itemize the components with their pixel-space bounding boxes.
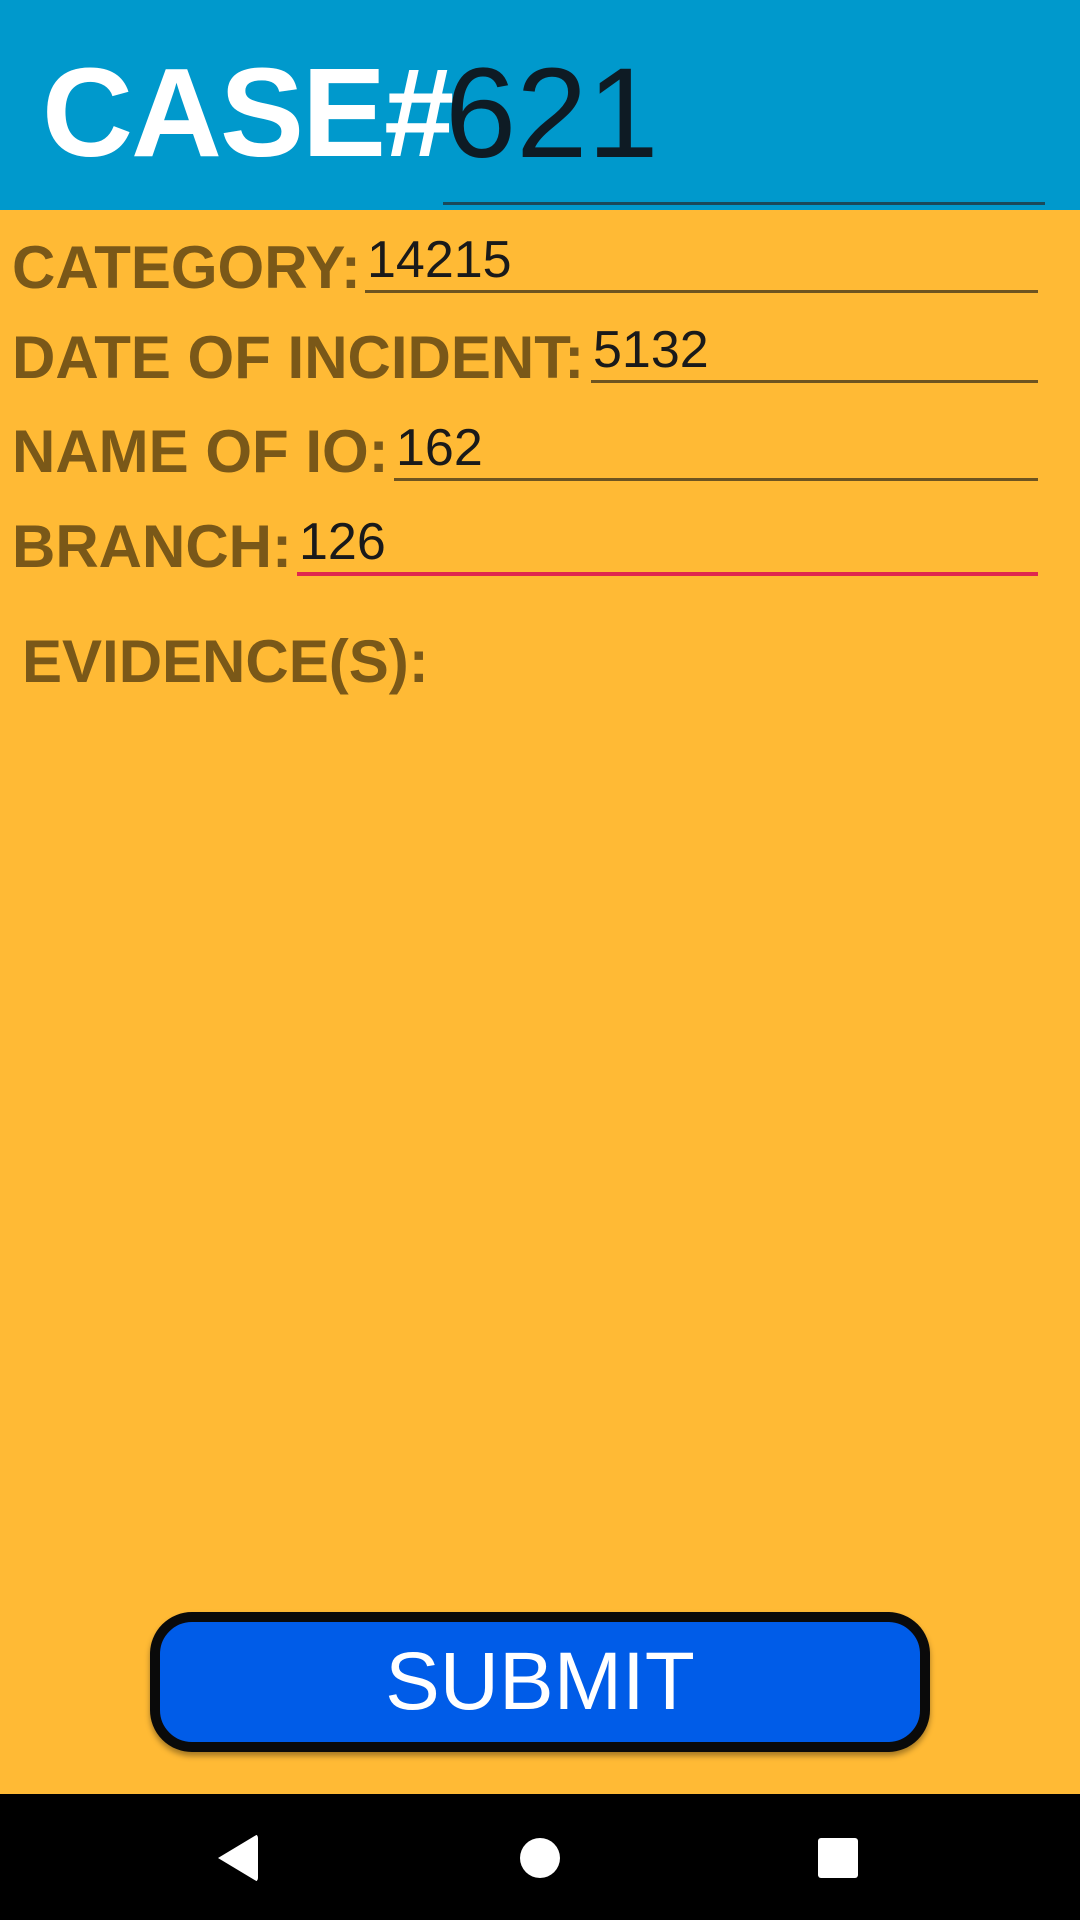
case-number-value: 621 <box>445 42 659 185</box>
date-of-incident-label: DATE OF INCIDENT: <box>12 324 585 391</box>
name-of-io-input[interactable]: 162 <box>394 418 1038 481</box>
category-label: CATEGORY: <box>12 234 361 301</box>
evidence-label: EVIDENCE(S): <box>22 628 429 695</box>
branch-value: 126 <box>299 513 386 571</box>
system-nav-bar <box>0 1794 1080 1920</box>
case-label: CASE# <box>42 42 454 183</box>
name-of-io-label: NAME OF IO: <box>12 418 389 485</box>
case-number-input[interactable]: 621 <box>443 40 1045 205</box>
date-of-incident-input[interactable]: 5132 <box>591 320 1038 383</box>
back-icon[interactable] <box>218 1834 258 1882</box>
name-of-io-value: 162 <box>396 419 483 477</box>
recents-icon[interactable] <box>818 1838 858 1878</box>
branch-label: BRANCH: <box>12 513 292 580</box>
date-of-incident-value: 5132 <box>593 321 709 379</box>
branch-input[interactable]: 126 <box>297 512 1038 576</box>
category-value: 14215 <box>367 231 512 289</box>
home-icon[interactable] <box>520 1838 560 1878</box>
category-input[interactable]: 14215 <box>365 230 1038 293</box>
header-bar: CASE# 621 <box>0 0 1080 210</box>
submit-button[interactable]: SUBMIT <box>150 1612 930 1752</box>
